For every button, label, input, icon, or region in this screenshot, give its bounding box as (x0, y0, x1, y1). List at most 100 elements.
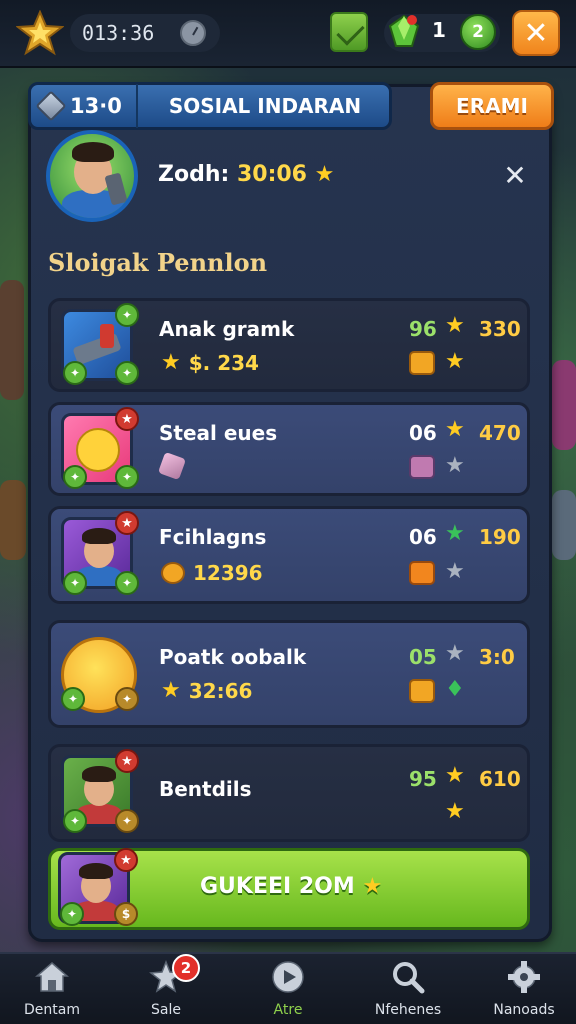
star-grey-icon: ★ (445, 453, 465, 478)
badge-top: ✦ (115, 303, 139, 327)
row-score: 06 (409, 421, 437, 445)
avatar-hair (72, 142, 114, 162)
claim-badge-top: ★ (114, 848, 138, 872)
row-points: 610 (479, 767, 521, 791)
badge-bottom-left: ✦ (63, 465, 87, 489)
badge-bottom-left: ✦ (63, 809, 87, 833)
row-name: Anak gramk (159, 317, 295, 341)
star-green-icon: ★ (445, 521, 465, 546)
gem-count: 1 (432, 18, 446, 42)
star-grey-icon: ★ (445, 559, 465, 584)
star-icon: ★ (445, 313, 465, 338)
nav-label: Nanoads (493, 1002, 555, 1018)
row-sub-value: $. 234 (188, 351, 259, 375)
nav-item-settings[interactable]: Nanoads (474, 958, 574, 1022)
list-item[interactable]: ✦ ✦ Poatk oobalk ★ 32:66 05 ★ 3:0 ♦ (48, 620, 530, 728)
section-title: Sloigak Pennlon (48, 248, 268, 277)
badge-bottom-right: ✦ (115, 571, 139, 595)
badge-bottom-right: ✦ (115, 687, 139, 711)
hammer-accent (100, 324, 114, 348)
row-score: 05 (409, 645, 437, 669)
coin-bag-icon (161, 562, 185, 584)
star-rank-icon[interactable] (16, 10, 64, 56)
row-sub-value: 32:66 (188, 679, 253, 703)
row-sub: ★ $. 234 (161, 351, 259, 375)
list-item[interactable]: ✦ ✦ ✦ Anak gramk ★ $. 234 96 ★ 330 ★ (48, 298, 530, 392)
play-icon (272, 961, 304, 993)
list-item[interactable]: ★ ✦ ✦ Bentdils 95 ★ 610 ★ (48, 744, 530, 842)
leaf-icon: ♦ (445, 677, 465, 702)
crystal-icon (157, 451, 187, 481)
badge-bottom-left: ✦ (61, 687, 85, 711)
badge-bottom-right: ✦ (115, 361, 139, 385)
badge-bottom-right: ✦ (115, 465, 139, 489)
mail-icon[interactable] (330, 12, 368, 52)
right-decoration-2 (552, 490, 576, 560)
left-decoration-2 (0, 480, 26, 560)
reward-chest-icon (409, 561, 435, 585)
nav-item-sale[interactable]: Sale (116, 958, 216, 1022)
avatar[interactable] (46, 130, 138, 222)
avatar-hair (79, 863, 113, 879)
star-icon: ★ (161, 678, 181, 703)
reward-chest-icon (409, 679, 435, 703)
smiley-face (76, 428, 120, 472)
gem-icon (388, 14, 420, 47)
row-name: Fcihlagns (159, 525, 267, 549)
claim-button-text: GUKEEI 2OM (200, 874, 355, 899)
search-icon (393, 962, 425, 994)
star-icon: ★ (314, 162, 335, 187)
close-button[interactable]: ✕ (512, 10, 560, 56)
nav-label: Sale (151, 1002, 181, 1018)
nav-label: Nfehenes (374, 1002, 442, 1018)
nav-item-home[interactable]: Dentam (2, 958, 102, 1022)
badge-bottom-right: ✦ (115, 809, 139, 833)
row-name: Steal eues (159, 421, 278, 445)
nav-item-play[interactable]: Atre (238, 958, 338, 1022)
avatar-hair (82, 528, 116, 544)
star-grey-icon: ★ (445, 641, 465, 666)
timer-text: 013:36 (82, 21, 155, 45)
row-score: 96 (409, 317, 437, 341)
row-sub: 12396 (161, 561, 263, 585)
profile-time: 30:06 (236, 162, 307, 187)
badge-top: ★ (115, 749, 139, 773)
row-sub-value: 12396 (193, 561, 263, 585)
clock-icon (180, 20, 206, 46)
row-points: 3:0 (479, 645, 515, 669)
row-sub (157, 451, 187, 481)
right-decoration (552, 360, 576, 450)
gear-icon (508, 961, 540, 993)
profile-name-text: Zodh: (158, 162, 230, 187)
claim-button-label: GUKEEI 2OM ★ (200, 874, 382, 899)
home-icon (34, 962, 70, 992)
header-level: 13·0 (30, 84, 138, 128)
badge-top: ★ (115, 407, 139, 431)
list-item[interactable]: ★ ✦ ✦ Fcihlagns 12396 06 ★ 190 ★ (48, 506, 530, 604)
row-points: 190 (479, 525, 521, 549)
header-title: SOSIAL INDARAN (168, 94, 362, 118)
list-item[interactable]: ★ ✦ ✦ Steal eues 06 ★ 470 ★ (48, 402, 530, 496)
reward-card-icon (409, 455, 435, 479)
header-action-button[interactable]: ERAMI (430, 82, 554, 130)
row-points: 470 (479, 421, 521, 445)
claim-badge-right: $ (114, 902, 138, 926)
avatar-hair (82, 766, 116, 782)
left-decoration (0, 280, 24, 400)
star-icon: ★ (445, 349, 465, 374)
row-points: 330 (479, 317, 521, 341)
diamond-icon (35, 90, 67, 122)
badge-top: ★ (115, 511, 139, 535)
row-name: Bentdils (159, 777, 252, 801)
claim-badge-left: ✦ (60, 902, 84, 926)
notification-badge: 2 (172, 954, 200, 982)
profile-close-button[interactable]: ✕ (500, 159, 530, 192)
level-badge: 2 (460, 14, 496, 50)
nav-label: Dentam (24, 1002, 80, 1018)
nav-item-search[interactable]: Nfehenes (358, 958, 458, 1022)
hammer-head (72, 332, 122, 366)
badge-bottom-left: ✦ (63, 571, 87, 595)
star-icon: ★ (445, 417, 465, 442)
row-sub: ★ 32:66 (161, 679, 252, 703)
star-icon: ★ (445, 799, 465, 824)
